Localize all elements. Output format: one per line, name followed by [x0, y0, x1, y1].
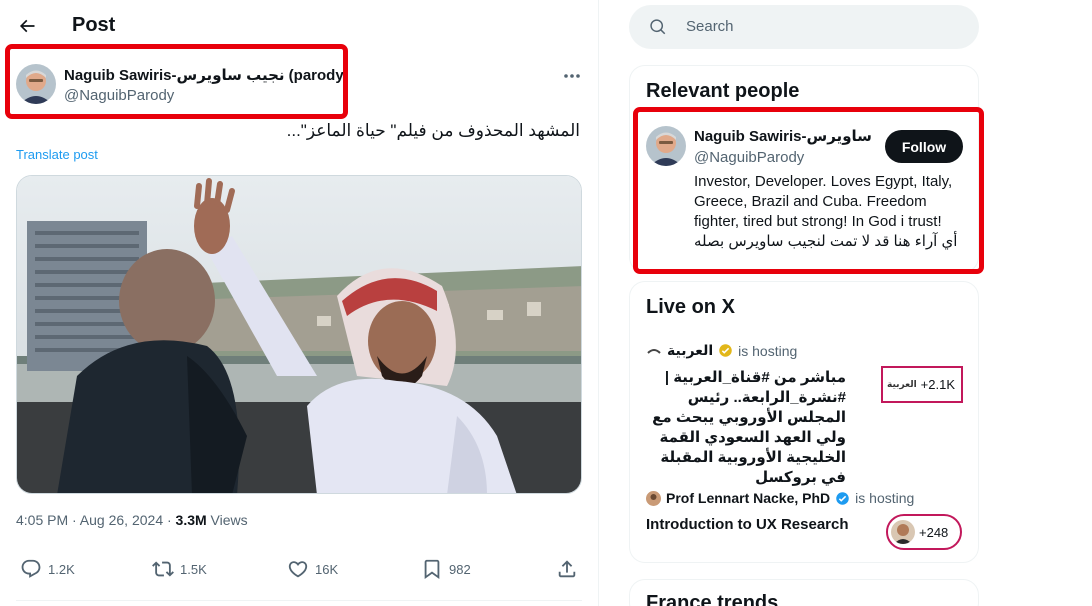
- top-bar: Post: [0, 0, 598, 53]
- search-icon: [650, 19, 666, 35]
- repost-icon: [152, 561, 174, 577]
- verified-blue-icon: [836, 491, 849, 505]
- post-media[interactable]: [16, 175, 582, 494]
- author-name[interactable]: Naguib Sawiris-نجيب ساويرس (parody): [64, 66, 349, 84]
- trends-card: France trends: [629, 579, 979, 606]
- share-button[interactable]: [556, 558, 578, 580]
- post-timestamp[interactable]: 4:05 PM · Aug 26, 2024 ·: [16, 512, 176, 528]
- relevant-person-handle[interactable]: @NaguibParody: [694, 149, 804, 166]
- live-listeners-badge-2[interactable]: +248: [886, 514, 962, 550]
- live-space-title-1[interactable]: مباشر من #قناة_العربية | #نشرة_الرابعة..…: [646, 368, 846, 488]
- heart-icon: [288, 561, 308, 578]
- bookmark-button[interactable]: 982: [421, 558, 471, 580]
- relevant-person-name[interactable]: Naguib Sawiris-نجيب ساويرس: [694, 127, 874, 145]
- author-avatar[interactable]: [16, 64, 56, 104]
- live-space-title-2[interactable]: Introduction to UX Research: [646, 515, 849, 535]
- live-host-2[interactable]: Prof Lennart Nacke, PhD is hosting: [646, 490, 914, 506]
- live-host-name: العربية: [667, 342, 714, 358]
- listener-count: +248: [919, 524, 949, 540]
- views-label: Views: [206, 512, 248, 528]
- post-meta: 4:05 PM · Aug 26, 2024 · 3.3M Views: [16, 512, 248, 528]
- bio-text-arabic: أي آراء هنا قد لا تمت لنجيب ساويرس بصله: [694, 233, 958, 250]
- speaker-avatar: [891, 520, 915, 544]
- bookmark-count: 982: [449, 561, 471, 577]
- post-actions: 1.2K 1.5K 16K 982: [16, 558, 582, 586]
- channel-logo-icon: [646, 344, 662, 357]
- bookmark-icon: [424, 559, 440, 580]
- more-icon: [564, 74, 580, 78]
- views-count: 3.3M: [175, 512, 207, 528]
- relevant-people-card: Relevant people Naguib Sawiris-نجيب ساوي…: [629, 65, 979, 273]
- verified-gold-icon: [719, 344, 732, 357]
- live-host-1[interactable]: العربية is hosting: [646, 342, 797, 359]
- trends-title: France trends: [646, 592, 779, 606]
- post-author[interactable]: Naguib Sawiris-نجيب ساويرس (parody) @Nag…: [16, 62, 349, 112]
- live-host-name: Prof Lennart Nacke, PhD: [666, 490, 831, 506]
- reply-count: 1.2K: [48, 561, 75, 577]
- relevant-person-avatar[interactable]: [646, 126, 686, 166]
- reply-icon: [21, 559, 41, 578]
- divider: [16, 600, 582, 601]
- host-avatar: [646, 490, 661, 506]
- listener-count: +2.1K: [920, 377, 955, 392]
- post-photo: [17, 176, 581, 493]
- relevant-person-bio: Investor, Developer. Loves Egypt, Italy,…: [694, 172, 964, 252]
- main-column: Post Naguib Sawiris-نجيب ساويرس (parody)…: [0, 0, 599, 606]
- channel-logo-text: العربية: [887, 379, 917, 389]
- more-options-button[interactable]: [560, 66, 584, 86]
- repost-button[interactable]: 1.5K: [152, 558, 207, 580]
- search-bar[interactable]: Search: [629, 5, 979, 49]
- back-button[interactable]: [12, 11, 42, 41]
- repost-count: 1.5K: [180, 561, 207, 577]
- page-title: Post: [72, 14, 116, 36]
- author-handle[interactable]: @NaguibParody: [64, 87, 174, 104]
- bio-text: Investor, Developer. Loves Egypt, Italy,…: [694, 173, 953, 230]
- live-listeners-badge-1[interactable]: العربية +2.1K: [881, 366, 963, 403]
- post-text: المشهد المحذوف من فيلم" حياة الماعز"...: [286, 121, 580, 140]
- reply-button[interactable]: 1.2K: [20, 558, 75, 580]
- relevant-people-title: Relevant people: [646, 80, 800, 102]
- follow-button[interactable]: Follow: [885, 130, 963, 163]
- search-input[interactable]: Search: [686, 18, 734, 35]
- share-icon: [558, 560, 576, 578]
- like-button[interactable]: 16K: [287, 558, 338, 580]
- translate-post-link[interactable]: Translate post: [16, 147, 98, 162]
- live-on-x-card: Live on X العربية is hosting مباشر من #ق…: [629, 281, 979, 563]
- live-title: Live on X: [646, 296, 735, 318]
- hosting-label: is hosting: [738, 342, 798, 359]
- like-count: 16K: [315, 561, 339, 577]
- arrow-left-icon: [19, 19, 35, 33]
- hosting-label: is hosting: [855, 490, 915, 506]
